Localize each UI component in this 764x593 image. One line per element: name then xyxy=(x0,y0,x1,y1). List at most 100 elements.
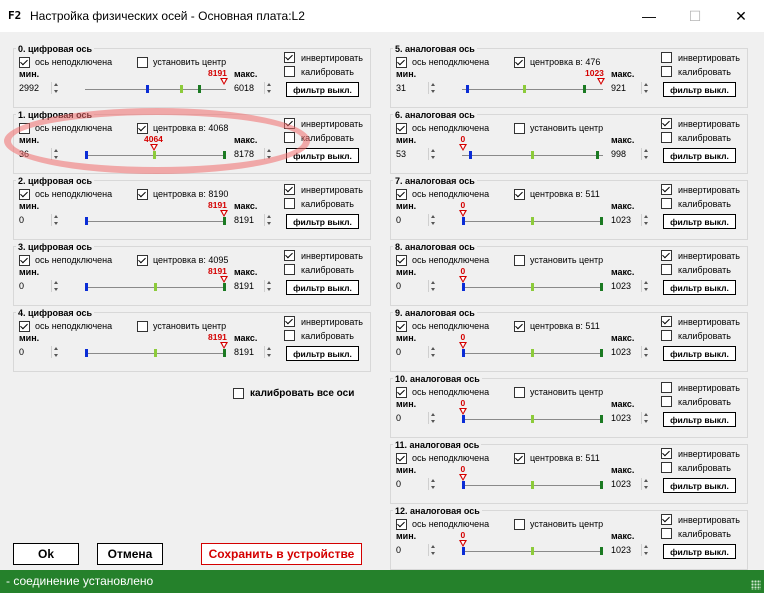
min-spinner[interactable] xyxy=(428,346,438,358)
invert-checkbox[interactable] xyxy=(661,52,672,63)
invert-checkbox[interactable] xyxy=(661,514,672,525)
calibrate-checkbox[interactable] xyxy=(661,528,672,539)
not-connected-checkbox[interactable] xyxy=(19,321,30,332)
min-spinner[interactable] xyxy=(51,346,61,358)
max-value[interactable]: 1023 xyxy=(611,413,631,424)
calibrate-checkbox[interactable] xyxy=(661,198,672,209)
filter-button[interactable]: фильтр выкл. xyxy=(286,82,359,97)
filter-button[interactable]: фильтр выкл. xyxy=(663,82,736,97)
center-checkbox[interactable] xyxy=(137,255,148,266)
max-spinner[interactable] xyxy=(264,148,274,160)
max-spinner[interactable] xyxy=(264,280,274,292)
cancel-button[interactable]: Отмена xyxy=(97,543,163,565)
max-value[interactable]: 1023 xyxy=(611,347,631,358)
min-value[interactable]: 0 xyxy=(19,215,24,226)
calibrate-checkbox[interactable] xyxy=(284,132,295,143)
calibrate-checkbox[interactable] xyxy=(661,66,672,77)
min-value[interactable]: 0 xyxy=(396,281,401,292)
filter-button[interactable]: фильтр выкл. xyxy=(663,214,736,229)
filter-button[interactable]: фильтр выкл. xyxy=(286,346,359,361)
max-value[interactable]: 8178 xyxy=(234,149,254,160)
max-value[interactable]: 998 xyxy=(611,149,626,160)
min-value[interactable]: 0 xyxy=(396,215,401,226)
max-value[interactable]: 1023 xyxy=(611,281,631,292)
max-spinner[interactable] xyxy=(264,214,274,226)
calibrate-checkbox[interactable] xyxy=(661,132,672,143)
center-checkbox[interactable] xyxy=(514,387,525,398)
center-checkbox[interactable] xyxy=(137,123,148,134)
not-connected-checkbox[interactable] xyxy=(396,519,407,530)
center-checkbox[interactable] xyxy=(514,123,525,134)
calibrate-checkbox[interactable] xyxy=(284,198,295,209)
min-spinner[interactable] xyxy=(428,544,438,556)
min-value[interactable]: 0 xyxy=(396,347,401,358)
calibrate-checkbox[interactable] xyxy=(284,66,295,77)
not-connected-checkbox[interactable] xyxy=(396,321,407,332)
center-checkbox[interactable] xyxy=(514,255,525,266)
calibrate-checkbox[interactable] xyxy=(661,264,672,275)
min-value[interactable]: 0 xyxy=(19,281,24,292)
not-connected-checkbox[interactable] xyxy=(396,123,407,134)
min-value[interactable]: 53 xyxy=(396,149,406,160)
min-spinner[interactable] xyxy=(51,280,61,292)
max-spinner[interactable] xyxy=(641,280,651,292)
invert-checkbox[interactable] xyxy=(284,118,295,129)
center-checkbox[interactable] xyxy=(514,57,525,68)
calibrate-checkbox[interactable] xyxy=(284,330,295,341)
min-spinner[interactable] xyxy=(51,148,61,160)
ok-button[interactable]: Ok xyxy=(13,543,79,565)
max-value[interactable]: 1023 xyxy=(611,479,631,490)
max-spinner[interactable] xyxy=(641,346,651,358)
max-value[interactable]: 6018 xyxy=(234,83,254,94)
filter-button[interactable]: фильтр выкл. xyxy=(286,280,359,295)
filter-button[interactable]: фильтр выкл. xyxy=(663,544,736,559)
close-button[interactable]: ✕ xyxy=(718,0,764,32)
center-checkbox[interactable] xyxy=(514,189,525,200)
invert-checkbox[interactable] xyxy=(284,184,295,195)
min-value[interactable]: 2992 xyxy=(19,83,39,94)
not-connected-checkbox[interactable] xyxy=(396,255,407,266)
not-connected-checkbox[interactable] xyxy=(396,453,407,464)
min-value[interactable]: 0 xyxy=(396,479,401,490)
max-spinner[interactable] xyxy=(641,214,651,226)
max-spinner[interactable] xyxy=(264,346,274,358)
filter-button[interactable]: фильтр выкл. xyxy=(663,280,736,295)
calibrate-all-checkbox[interactable] xyxy=(233,388,244,399)
max-spinner[interactable] xyxy=(641,478,651,490)
max-value[interactable]: 8191 xyxy=(234,347,254,358)
filter-button[interactable]: фильтр выкл. xyxy=(286,214,359,229)
min-value[interactable]: 31 xyxy=(396,83,406,94)
calibrate-checkbox[interactable] xyxy=(661,330,672,341)
max-spinner[interactable] xyxy=(641,544,651,556)
not-connected-checkbox[interactable] xyxy=(396,387,407,398)
max-value[interactable]: 1023 xyxy=(611,215,631,226)
max-spinner[interactable] xyxy=(641,148,651,160)
filter-button[interactable]: фильтр выкл. xyxy=(663,412,736,427)
save-to-device-button[interactable]: Сохранить в устройстве xyxy=(201,543,362,565)
min-spinner[interactable] xyxy=(428,478,438,490)
invert-checkbox[interactable] xyxy=(661,118,672,129)
center-checkbox[interactable] xyxy=(137,57,148,68)
min-spinner[interactable] xyxy=(428,82,438,94)
center-checkbox[interactable] xyxy=(137,321,148,332)
max-spinner[interactable] xyxy=(641,82,651,94)
filter-button[interactable]: фильтр выкл. xyxy=(663,346,736,361)
not-connected-checkbox[interactable] xyxy=(19,189,30,200)
min-spinner[interactable] xyxy=(428,412,438,424)
invert-checkbox[interactable] xyxy=(284,250,295,261)
max-value[interactable]: 8191 xyxy=(234,281,254,292)
center-checkbox[interactable] xyxy=(514,519,525,530)
minimize-button[interactable]: — xyxy=(626,0,672,32)
invert-checkbox[interactable] xyxy=(661,448,672,459)
invert-checkbox[interactable] xyxy=(284,316,295,327)
not-connected-checkbox[interactable] xyxy=(19,255,30,266)
calibrate-checkbox[interactable] xyxy=(284,264,295,275)
not-connected-checkbox[interactable] xyxy=(19,57,30,68)
calibrate-checkbox[interactable] xyxy=(661,396,672,407)
min-spinner[interactable] xyxy=(51,214,61,226)
filter-button[interactable]: фильтр выкл. xyxy=(663,148,736,163)
filter-button[interactable]: фильтр выкл. xyxy=(286,148,359,163)
not-connected-checkbox[interactable] xyxy=(396,57,407,68)
max-value[interactable]: 921 xyxy=(611,83,626,94)
center-checkbox[interactable] xyxy=(137,189,148,200)
